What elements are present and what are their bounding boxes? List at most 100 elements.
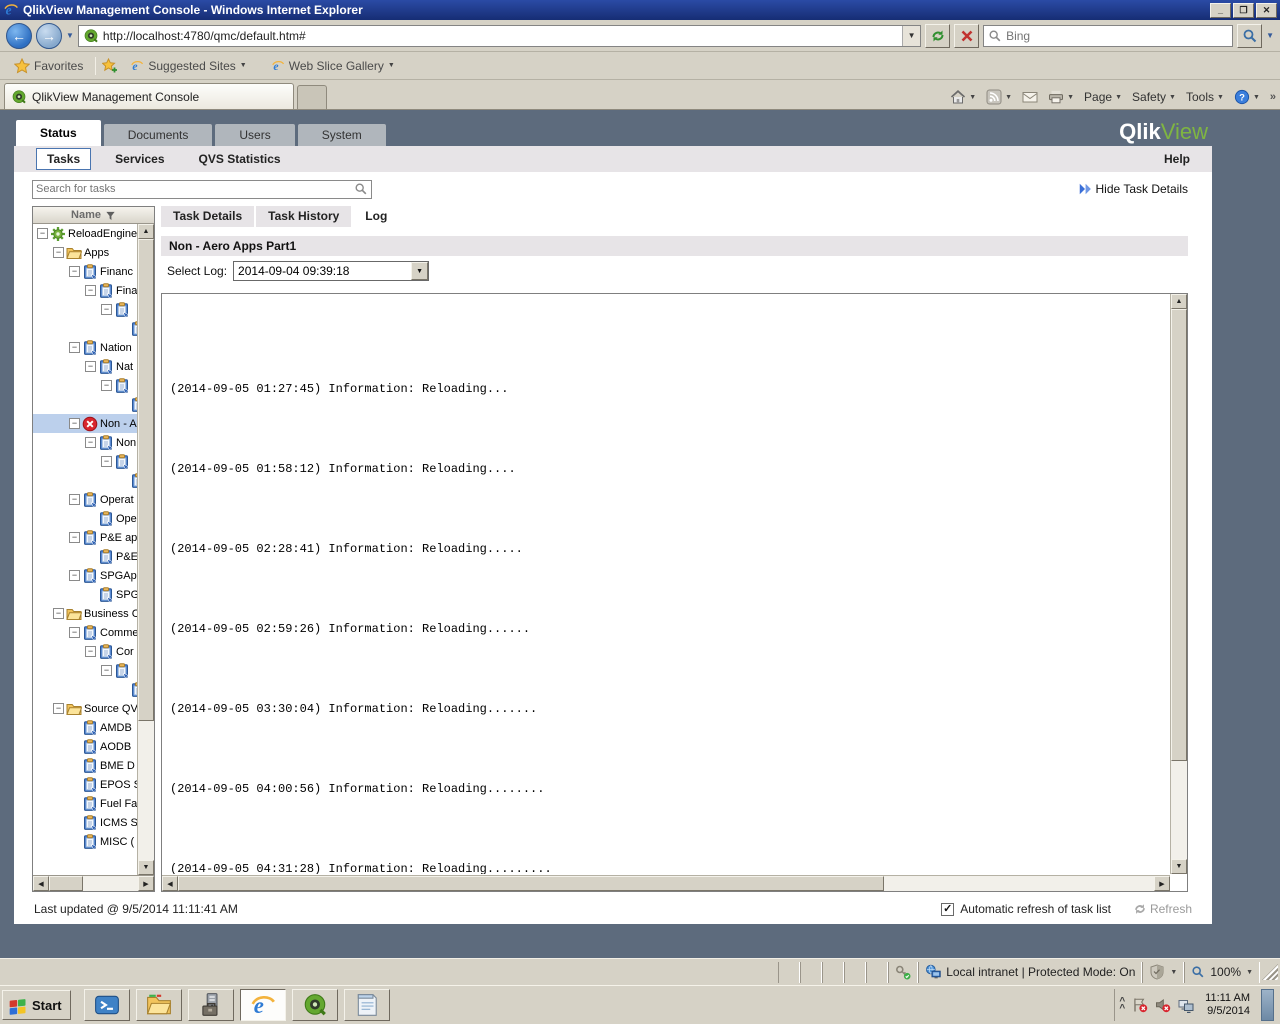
tree-item[interactable]: − BME D (33, 756, 137, 775)
quick-launch-button[interactable] (291, 989, 338, 1021)
scrollbar-thumb[interactable] (138, 239, 154, 721)
tree-item[interactable]: − Non (33, 433, 137, 452)
tree-item[interactable]: − (33, 395, 137, 414)
task-search-input[interactable] (36, 183, 354, 195)
search-options-dropdown-icon[interactable]: ▼ (1266, 31, 1274, 40)
tree-item[interactable]: − AMDB (33, 718, 137, 737)
volume-muted-icon[interactable] (1155, 997, 1171, 1013)
favorites-bar-item[interactable]: e Suggested Sites ▼ (124, 57, 252, 75)
tree-item[interactable]: − Operat (33, 490, 137, 509)
zoom-segment[interactable]: 100% ▼ (1184, 961, 1260, 983)
help-link[interactable]: Help (1164, 152, 1190, 166)
command-menu-item[interactable]: Page ▼ (1084, 90, 1122, 104)
collapse-expander-icon[interactable]: − (53, 247, 64, 258)
minimize-button[interactable]: _ (1210, 2, 1231, 18)
restore-button[interactable]: ❐ (1233, 2, 1254, 18)
scroll-left-icon[interactable]: ◀ (162, 876, 178, 891)
quick-launch-button[interactable] (187, 989, 234, 1021)
address-dropdown-button[interactable]: ▼ (902, 25, 921, 46)
resize-grip[interactable] (1262, 964, 1278, 980)
qmc-main-tab[interactable]: Users (215, 124, 295, 146)
tree-item[interactable]: − MISC ( (33, 832, 137, 851)
feeds-button[interactable]: ▼ (986, 89, 1012, 105)
scroll-up-icon[interactable]: ▲ (138, 224, 154, 239)
tree-item[interactable]: − (33, 471, 137, 490)
collapse-expander-icon[interactable]: − (85, 437, 96, 448)
collapse-expander-icon[interactable]: − (37, 228, 48, 239)
tree-item[interactable]: − SPGAp (33, 566, 137, 585)
tree-item[interactable]: − Business C (33, 604, 137, 623)
scroll-down-icon[interactable]: ▼ (138, 860, 154, 875)
collapse-expander-icon[interactable]: − (85, 361, 96, 372)
auto-refresh-checkbox[interactable]: ✓ (941, 902, 955, 916)
show-desktop-button[interactable] (1261, 989, 1274, 1021)
collapse-expander-icon[interactable]: − (69, 494, 80, 505)
collapse-expander-icon[interactable]: − (69, 418, 80, 429)
qmc-sub-tab[interactable]: QVS Statistics (189, 149, 291, 169)
tree-item[interactable]: − ICMS S (33, 813, 137, 832)
chevron-down-icon[interactable]: ▼ (411, 262, 429, 280)
qmc-main-tab[interactable]: Status (16, 120, 101, 146)
collapse-expander-icon[interactable]: − (85, 646, 96, 657)
collapse-expander-icon[interactable]: − (101, 456, 112, 467)
tree-vertical-scrollbar[interactable]: ▲ ▼ (137, 224, 154, 875)
action-center-flag-icon[interactable] (1132, 997, 1148, 1013)
tree-item[interactable]: − Ope (33, 509, 137, 528)
quick-launch-button[interactable] (83, 989, 130, 1021)
help-menu-button[interactable]: ? ▼ (1234, 89, 1260, 105)
scrollbar-thumb[interactable] (1171, 309, 1187, 762)
refresh-button[interactable]: Refresh (1133, 902, 1192, 916)
hide-task-details-button[interactable]: Hide Task Details (1078, 182, 1188, 196)
tree-item[interactable]: − AODB (33, 737, 137, 756)
favorites-button[interactable]: Favorites (8, 56, 89, 76)
home-button[interactable]: ▼ (950, 89, 976, 105)
tree-item[interactable]: − EPOS S (33, 775, 137, 794)
bing-search-input[interactable] (1006, 28, 1229, 43)
tree-item[interactable]: − Comme (33, 623, 137, 642)
collapse-expander-icon[interactable]: − (69, 627, 80, 638)
collapse-expander-icon[interactable]: − (101, 665, 112, 676)
tree-item[interactable]: − P&E ap (33, 528, 137, 547)
tree-item[interactable]: − Non - A (33, 414, 137, 433)
tree-item[interactable]: − P&E (33, 547, 137, 566)
read-mail-button[interactable] (1022, 89, 1038, 105)
refresh-button[interactable] (925, 23, 951, 48)
quick-launch-button[interactable] (343, 989, 390, 1021)
tree-item[interactable]: − (33, 376, 137, 395)
add-favorite-icon[interactable] (102, 57, 118, 74)
scroll-right-icon[interactable]: ▶ (138, 876, 154, 891)
tree-item[interactable]: − Source QV (33, 699, 137, 718)
collapse-expander-icon[interactable]: − (69, 532, 80, 543)
collapse-expander-icon[interactable]: − (69, 570, 80, 581)
detail-tab[interactable]: Log (353, 206, 400, 227)
new-tab-stub[interactable] (297, 85, 327, 109)
tree-item[interactable]: − Fina (33, 281, 137, 300)
close-button[interactable]: ✕ (1256, 2, 1277, 18)
log-horizontal-scrollbar[interactable]: ◀ ▶ (162, 875, 1170, 891)
favorites-bar-item[interactable]: e Web Slice Gallery ▼ (265, 57, 401, 75)
stop-button[interactable] (954, 23, 980, 48)
scrollbar-thumb[interactable] (49, 876, 83, 891)
tree-item[interactable]: − (33, 661, 137, 680)
log-select-dropdown[interactable]: 2014-09-04 09:39:18 ▼ (233, 261, 430, 281)
tree-item[interactable]: − Nat (33, 357, 137, 376)
scroll-up-icon[interactable]: ▲ (1171, 294, 1187, 309)
back-button[interactable]: ← (6, 22, 32, 49)
qmc-sub-tab[interactable]: Tasks (36, 148, 92, 170)
overflow-chevron-icon[interactable]: » (1270, 91, 1276, 103)
quick-launch-button[interactable] (135, 989, 182, 1021)
detail-tab[interactable]: Task History (256, 206, 352, 227)
log-vertical-scrollbar[interactable]: ▲ ▼ (1170, 294, 1187, 874)
scroll-right-icon[interactable]: ▶ (1154, 876, 1170, 891)
quick-launch-button[interactable]: e (239, 989, 286, 1021)
network-icon[interactable] (1178, 997, 1194, 1013)
filter-icon[interactable] (105, 210, 116, 221)
history-dropdown-icon[interactable]: ▼ (66, 31, 74, 40)
scrollbar-thumb[interactable] (178, 876, 884, 891)
collapse-expander-icon[interactable]: − (101, 380, 112, 391)
protected-mode-segment[interactable]: ▼ (1142, 961, 1185, 983)
forward-button[interactable]: → (36, 22, 62, 49)
collapse-expander-icon[interactable]: − (69, 342, 80, 353)
collapse-expander-icon[interactable]: − (101, 304, 112, 315)
tree-item[interactable]: − (33, 452, 137, 471)
